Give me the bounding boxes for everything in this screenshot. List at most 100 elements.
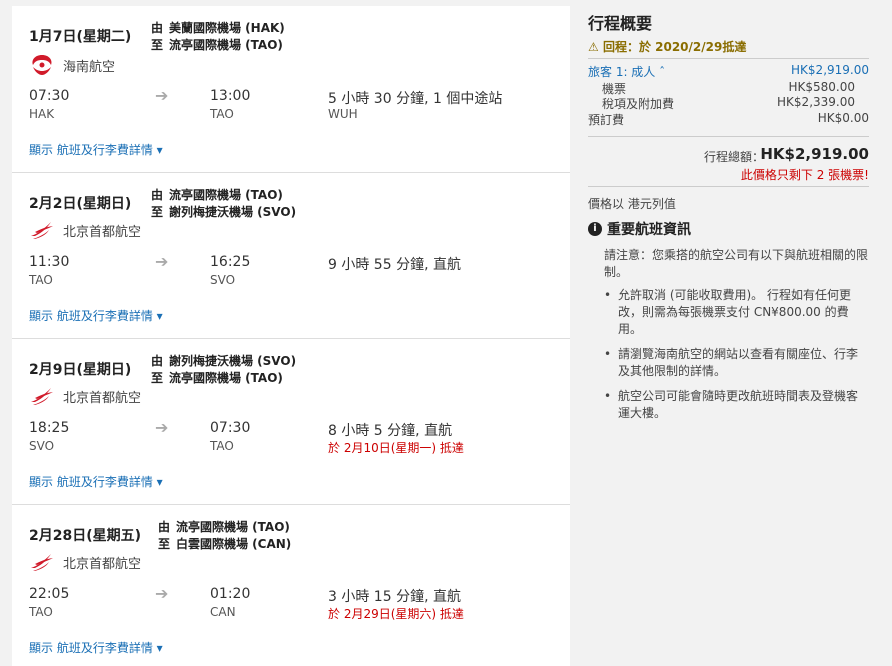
currency-note: 價格以 港元列值 bbox=[588, 197, 676, 211]
tax-price: HK$2,339.00 bbox=[777, 95, 855, 109]
duration: 8 小時 5 分鐘, 直航 bbox=[328, 423, 453, 439]
depart-code: TAO bbox=[29, 605, 53, 619]
route-airports: 由美蘭國際機場 (HAK) 至流亭國際機場 (TAO) bbox=[151, 20, 285, 54]
arrive-time: 13:00 bbox=[210, 88, 251, 104]
total-price: HK$2,919.00 bbox=[760, 145, 869, 163]
divider bbox=[588, 136, 869, 137]
to-label: 至 bbox=[151, 38, 164, 52]
to-label: 至 bbox=[151, 205, 164, 219]
details-link[interactable]: 顯示 航班及行李費詳情 ▾ bbox=[29, 307, 163, 324]
flight-date: 2月2日(星期日) bbox=[29, 196, 132, 212]
duration: 9 小時 55 分鐘, 直航 bbox=[328, 257, 461, 273]
divider bbox=[588, 58, 869, 59]
flight-list: 1月7日(星期二) 由美蘭國際機場 (HAK) 至流亭國際機場 (TAO) 海南… bbox=[12, 6, 570, 666]
route-airports: 由謝列梅捷沃機場 (SVO) 至流亭國際機場 (TAO) bbox=[151, 353, 296, 387]
to-label: 至 bbox=[158, 537, 171, 551]
notice-intro: 請注意：您乘搭的航空公司有以下與航班相關的限制。 bbox=[604, 248, 869, 279]
from-label: 由 bbox=[151, 354, 164, 368]
depart-time: 18:25 bbox=[29, 420, 70, 436]
airline-name: 北京首都航空 bbox=[63, 390, 142, 406]
tickets-left-alert: 此價格只剩下 2 張機票! bbox=[740, 168, 869, 182]
from-label: 由 bbox=[158, 520, 171, 534]
to-airport: 白雲國際機場 (CAN) bbox=[176, 537, 292, 551]
airline: 北京首都航空 bbox=[29, 552, 141, 572]
route-airports: 由流亭國際機場 (TAO) 至白雲國際機場 (CAN) bbox=[158, 519, 291, 553]
flight-card: 2月28日(星期五) 由流亭國際機場 (TAO) 至白雲國際機場 (CAN) 北… bbox=[12, 505, 570, 666]
arrow-right-icon: ➔ bbox=[155, 252, 169, 271]
arrive-time: 01:20 bbox=[210, 586, 251, 602]
summary-title: 行程概要 bbox=[588, 14, 653, 33]
tax-label: 稅項及附加費 bbox=[602, 97, 675, 111]
arrive-time: 07:30 bbox=[210, 420, 251, 436]
flight-date: 2月28日(星期五) bbox=[29, 528, 142, 544]
trip-summary-panel: 行程概要 ⚠ 回程：於 2020/2/29抵達 旅客 1: 成人 ˆ HK$2,… bbox=[578, 0, 892, 666]
next-day-arrival-note: 於 2月10日(星期一) 抵達 bbox=[328, 441, 464, 455]
restriction-list: 允許取消 (可能收取費用)。 行程如有任何更改，則需為每張機票支付 CN¥800… bbox=[604, 287, 868, 430]
from-airport: 流亭國際機場 (TAO) bbox=[176, 520, 290, 534]
from-airport: 流亭國際機場 (TAO) bbox=[169, 188, 283, 202]
airline: 海南航空 bbox=[29, 53, 115, 77]
chevron-down-icon: ▾ bbox=[156, 143, 163, 157]
from-label: 由 bbox=[151, 21, 164, 35]
flight-card: 2月2日(星期日) 由流亭國際機場 (TAO) 至謝列梅捷沃機場 (SVO) 北… bbox=[12, 173, 570, 339]
depart-code: HAK bbox=[29, 107, 55, 121]
booking-fee-label: 預訂費 bbox=[588, 113, 625, 127]
flight-date: 2月9日(星期日) bbox=[29, 362, 132, 378]
chevron-down-icon: ▾ bbox=[156, 309, 163, 323]
capital-airlines-logo-icon bbox=[31, 388, 53, 405]
flight-card: 1月7日(星期二) 由美蘭國際機場 (HAK) 至流亭國際機場 (TAO) 海南… bbox=[12, 6, 570, 173]
traveler-total: HK$2,919.00 bbox=[791, 63, 869, 77]
airline: 北京首都航空 bbox=[29, 386, 141, 406]
chevron-down-icon: ▾ bbox=[156, 475, 163, 489]
airline-name: 海南航空 bbox=[63, 59, 116, 75]
to-airport: 謝列梅捷沃機場 (SVO) bbox=[169, 205, 297, 219]
arrow-right-icon: ➔ bbox=[155, 86, 169, 105]
arrive-code: SVO bbox=[210, 273, 236, 287]
airline: 北京首都航空 bbox=[29, 220, 141, 240]
arrow-right-icon: ➔ bbox=[155, 418, 169, 437]
duration: 5 小時 30 分鐘, 1 個中途站 bbox=[328, 91, 503, 107]
depart-code: SVO bbox=[29, 439, 55, 453]
flight-date: 1月7日(星期二) bbox=[29, 29, 132, 45]
from-airport: 美蘭國際機場 (HAK) bbox=[169, 21, 285, 35]
arrive-code: CAN bbox=[210, 605, 236, 619]
airline-name: 北京首都航空 bbox=[63, 224, 142, 240]
list-item: 允許取消 (可能收取費用)。 行程如有任何更改，則需為每張機票支付 CN¥800… bbox=[604, 287, 868, 338]
details-link[interactable]: 顯示 航班及行李費詳情 ▾ bbox=[29, 639, 163, 656]
chevron-down-icon: ▾ bbox=[156, 641, 163, 655]
details-link[interactable]: 顯示 航班及行李費詳情 ▾ bbox=[29, 141, 163, 158]
route-airports: 由流亭國際機場 (TAO) 至謝列梅捷沃機場 (SVO) bbox=[151, 187, 296, 221]
list-item: 航空公司可能會隨時更改航班時間表及登機客運大樓。 bbox=[604, 388, 868, 422]
info-icon: i bbox=[588, 222, 602, 236]
important-info-heading: i 重要航班資訊 bbox=[588, 219, 691, 239]
depart-time: 11:30 bbox=[29, 254, 70, 270]
warning-icon: ⚠ bbox=[588, 40, 599, 54]
stop-code: WUH bbox=[328, 107, 358, 121]
airline-name: 北京首都航空 bbox=[63, 556, 142, 572]
next-day-arrival-note: 於 2月29日(星期六) 抵達 bbox=[328, 607, 464, 621]
arrive-code: TAO bbox=[210, 439, 234, 453]
booking-fee-price: HK$0.00 bbox=[817, 111, 869, 125]
capital-airlines-logo-icon bbox=[31, 554, 53, 571]
depart-time: 07:30 bbox=[29, 88, 70, 104]
chevron-up-icon: ˆ bbox=[659, 65, 666, 79]
capital-airlines-logo-icon bbox=[31, 222, 53, 239]
arrow-right-icon: ➔ bbox=[155, 584, 169, 603]
to-airport: 流亭國際機場 (TAO) bbox=[169, 371, 283, 385]
to-airport: 流亭國際機場 (TAO) bbox=[169, 38, 283, 52]
details-link[interactable]: 顯示 航班及行李費詳情 ▾ bbox=[29, 473, 163, 490]
from-label: 由 bbox=[151, 188, 164, 202]
return-note: ⚠ 回程：於 2020/2/29抵達 bbox=[588, 40, 747, 54]
arrive-time: 16:25 bbox=[210, 254, 251, 270]
depart-code: TAO bbox=[29, 273, 53, 287]
to-label: 至 bbox=[151, 371, 164, 385]
ticket-price: HK$580.00 bbox=[788, 80, 855, 94]
duration: 3 小時 15 分鐘, 直航 bbox=[328, 589, 461, 605]
traveler-toggle[interactable]: 旅客 1: 成人 ˆ bbox=[588, 63, 665, 80]
hainan-airlines-logo-icon bbox=[32, 55, 52, 75]
flight-card: 2月9日(星期日) 由謝列梅捷沃機場 (SVO) 至流亭國際機場 (TAO) 北… bbox=[12, 339, 570, 505]
depart-time: 22:05 bbox=[29, 586, 70, 602]
arrive-code: TAO bbox=[210, 107, 234, 121]
list-item: 請瀏覽海南航空的網站以查看有關座位、行李及其他限制的詳情。 bbox=[604, 346, 868, 380]
from-airport: 謝列梅捷沃機場 (SVO) bbox=[169, 354, 297, 368]
